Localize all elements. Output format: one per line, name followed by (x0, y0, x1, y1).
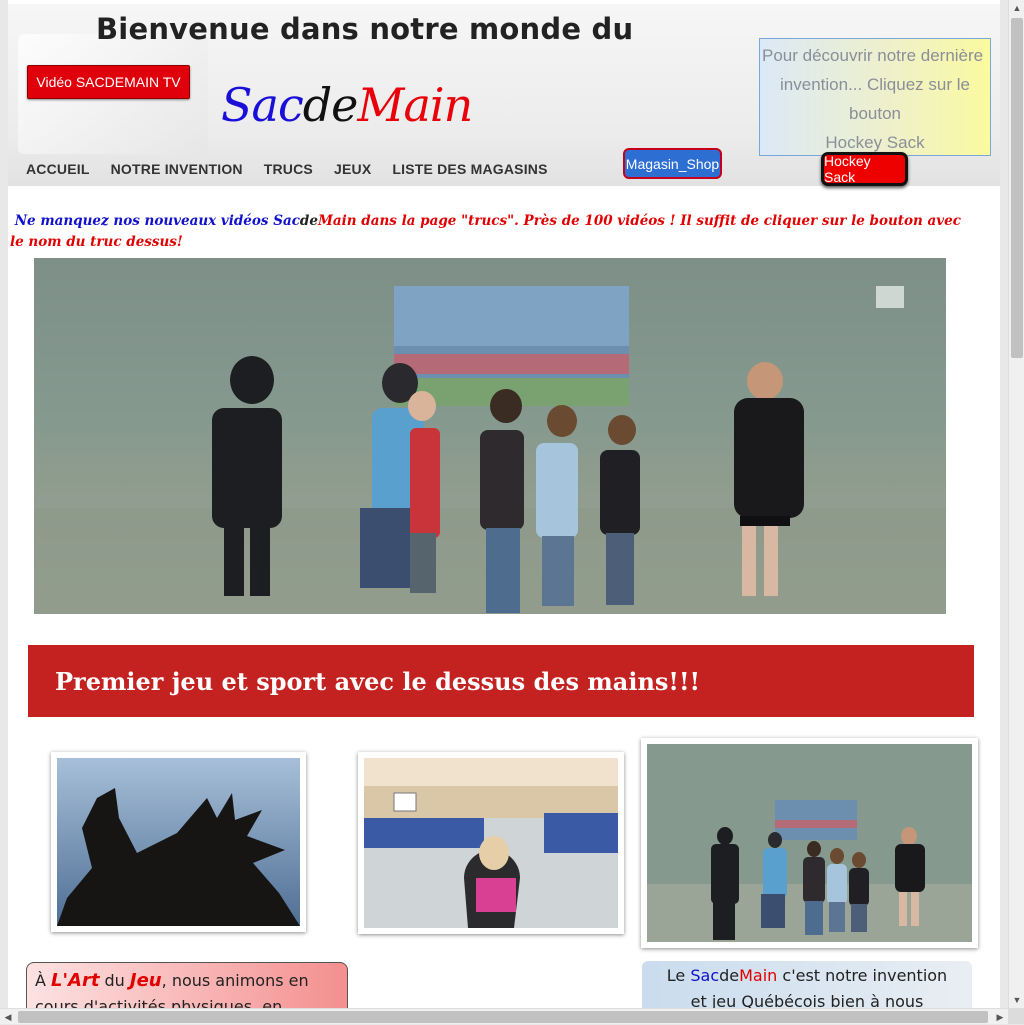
nav-item-trucs[interactable]: TRUCS (264, 161, 313, 177)
vertical-scroll-thumb[interactable] (1011, 18, 1023, 358)
box-left-jeu: Jeu (129, 970, 162, 991)
horizontal-scrollbar[interactable]: ◀ ▶ (0, 1008, 1008, 1024)
scroll-down-icon[interactable]: ▼ (1009, 992, 1024, 1008)
scroll-right-icon[interactable]: ▶ (992, 1009, 1008, 1025)
box-left-line-2: cours d'activités physiques, en (35, 997, 283, 1008)
shop-button[interactable]: Magasin_Shop (623, 148, 722, 179)
header: Bienvenue dans notre monde du Vidéo SACD… (8, 4, 1000, 186)
logo-sac: Sac (221, 78, 304, 132)
box-right-suffix: c'est notre invention (777, 966, 948, 985)
scroll-left-icon[interactable]: ◀ (0, 1009, 16, 1025)
box-left-prefix: À (35, 971, 52, 990)
video-tv-button[interactable]: Vidéo SACDEMAIN TV (27, 65, 190, 99)
promo-box: Pour découvrir notre dernière invention.… (759, 38, 991, 172)
box-left-suffix: , nous animons en (161, 971, 309, 990)
nav-item-liste-des-magasins[interactable]: LISTE DES MAGASINS (392, 161, 547, 177)
nav-item-notre-invention[interactable]: NOTRE INVENTION (111, 161, 243, 177)
page-headline: Bienvenue dans notre monde du (96, 12, 634, 46)
announce-sac: Sac (273, 213, 300, 229)
logo-de: de (302, 78, 359, 132)
hockey-sack-button[interactable]: Hockey Sack (821, 152, 908, 186)
horizontal-scroll-thumb[interactable] (18, 1011, 988, 1023)
nav-item-jeux[interactable]: JEUX (334, 161, 371, 177)
photo-girl-gym (358, 752, 624, 934)
box-right-prefix: Le (666, 966, 691, 985)
photo-group-gym (641, 738, 978, 948)
announce-main: Main (317, 213, 357, 229)
vertical-scrollbar[interactable]: ▲ ▼ (1008, 0, 1024, 1008)
invention-box: Le SacdeMain c'est notre invention et je… (642, 961, 972, 1008)
box-right-sac: Sac (690, 966, 720, 985)
main-photo (34, 258, 946, 614)
headline-banner: Premier jeu et sport avec le dessus des … (28, 645, 974, 717)
site-logo[interactable]: SacdeMain (221, 78, 473, 132)
art-du-jeu-box: À L'Art du Jeu, nous animons en cours d'… (26, 962, 348, 1008)
scrollbar-corner (1008, 1008, 1024, 1024)
main-nav: ACCUEIL NOTRE INVENTION TRUCS JEUX LISTE… (26, 161, 548, 177)
logo-main: Main (357, 78, 473, 132)
promo-line-1: Pour découvrir notre dernière (762, 46, 984, 65)
box-left-art: L'Art (51, 970, 100, 991)
box-right-main: Main (739, 966, 778, 985)
announce-part-1: Ne manquez nos nouveaux vidéos (14, 213, 274, 229)
box-left-du: du (99, 971, 130, 990)
nav-item-accueil[interactable]: ACCUEIL (26, 161, 90, 177)
page: Bienvenue dans notre monde du Vidéo SACD… (8, 0, 1000, 1008)
announcement-text: Ne manquez nos nouveaux vidéos SacdeMain… (10, 211, 970, 253)
promo-line-2: invention... Cliquez sur le bouton (780, 75, 970, 123)
photo-silhouette (51, 752, 306, 932)
box-right-line-2: et jeu Québécois bien à nous (690, 992, 924, 1008)
announce-de: de (299, 213, 318, 229)
scroll-up-icon[interactable]: ▲ (1009, 0, 1024, 16)
box-right-de: de (719, 966, 740, 985)
